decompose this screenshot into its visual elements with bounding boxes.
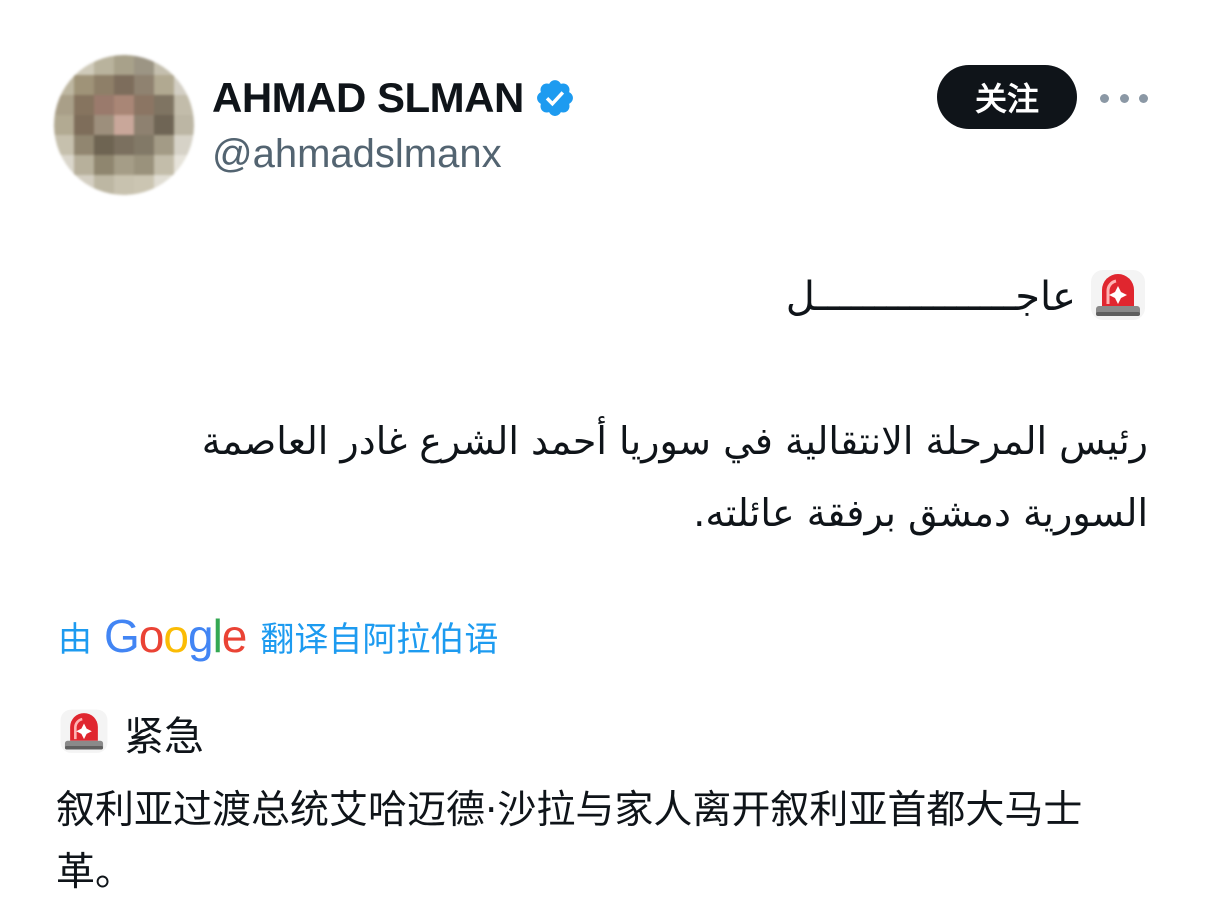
- avatar-pixel: [174, 55, 194, 75]
- avatar-pixel: [174, 155, 194, 175]
- avatar-pixel: [94, 135, 114, 155]
- avatar-pixel: [154, 55, 174, 75]
- avatar-pixel: [54, 135, 74, 155]
- avatar-pixel: [174, 95, 194, 115]
- translation-notice[interactable]: 由 Google 翻译自阿拉伯语: [58, 606, 498, 666]
- avatar-pixel: [74, 155, 94, 175]
- urgent-label-ar: عاجـــــــــــــــــل: [785, 274, 1076, 320]
- avatar-pixel: [114, 95, 134, 115]
- avatar-pixel: [134, 175, 154, 195]
- avatar-pixel: [74, 135, 94, 155]
- avatar-pixel: [114, 115, 134, 135]
- verified-badge-icon: [536, 80, 573, 116]
- tweet-body-ar: رئيس المرحلة الانتقالية في سوريا أحمد ال…: [201, 419, 1148, 535]
- avatar[interactable]: [54, 55, 194, 195]
- google-logo: Google: [104, 610, 247, 662]
- avatar-pixel: [94, 115, 114, 135]
- avatar-pixel: [54, 95, 74, 115]
- avatar-pixel: [74, 175, 94, 195]
- police-car-light-icon: [1091, 270, 1145, 320]
- avatar-pixel: [134, 155, 154, 175]
- avatar-pixel: [134, 55, 154, 75]
- avatar-pixel: [74, 55, 94, 75]
- avatar-pixel: [54, 155, 74, 175]
- avatar-pixel: [154, 175, 174, 195]
- avatar-pixel: [114, 75, 134, 95]
- avatar-pixel: [74, 115, 94, 135]
- avatar-pixel: [94, 95, 114, 115]
- avatar-pixel: [54, 115, 74, 135]
- author-handle[interactable]: @ahmadslmanx: [212, 132, 502, 177]
- avatar-pixel: [94, 155, 114, 175]
- urgent-label-zh: 紧急: [124, 714, 204, 760]
- avatar-pixel: [54, 75, 74, 95]
- tweet-urgent-line-ar: عاجـــــــــــــــــل: [786, 262, 1148, 332]
- dot: [1100, 93, 1109, 103]
- avatar-pixel: [94, 75, 114, 95]
- avatar-pixel: [174, 75, 194, 95]
- police-car-light-icon: [60, 709, 108, 753]
- avatar-pixel: [94, 55, 114, 75]
- avatar-pixel: [174, 175, 194, 195]
- author-name-row: AHMAD SLMAN: [212, 70, 576, 126]
- avatar-pixel: [114, 55, 134, 75]
- avatar-pixel: [94, 175, 114, 195]
- tweet-card: AHMAD SLMAN @ahmadslmanx 关注 عاجـــــــــ…: [0, 0, 1206, 916]
- dot: [1139, 93, 1148, 103]
- more-horizontal-icon[interactable]: [1100, 80, 1148, 116]
- avatar-pixel: [114, 175, 134, 195]
- avatar-pixel: [134, 115, 154, 135]
- avatar-pixel: [134, 75, 154, 95]
- translation-prefix: 由: [58, 619, 92, 660]
- avatar-pixel: [74, 75, 94, 95]
- avatar-pixel: [154, 115, 174, 135]
- avatar-pixel: [134, 95, 154, 115]
- avatar-pixel: [114, 135, 134, 155]
- avatar-pixel: [154, 75, 174, 95]
- avatar-pixel: [134, 135, 154, 155]
- avatar-pixel: [154, 135, 174, 155]
- dot: [1119, 93, 1129, 103]
- follow-button[interactable]: 关注: [937, 65, 1077, 129]
- avatar-pixel: [154, 95, 174, 115]
- translated-urgent-line: 紧急: [58, 700, 204, 766]
- translated-body-zh: 叙利亚过渡总统艾哈迈德·沙拉与家人离开叙利亚首都大马士革。: [56, 788, 1083, 895]
- author-display-name[interactable]: AHMAD SLMAN: [212, 74, 524, 122]
- avatar-pixel: [174, 135, 194, 155]
- avatar-pixel: [54, 55, 74, 75]
- avatar-pixel: [154, 155, 174, 175]
- avatar-pixel: [74, 95, 94, 115]
- translation-suffix: 翻译自阿拉伯语: [260, 619, 499, 660]
- avatar-pixel: [174, 115, 194, 135]
- avatar-pixel: [54, 175, 74, 195]
- avatar-pixel: [114, 155, 134, 175]
